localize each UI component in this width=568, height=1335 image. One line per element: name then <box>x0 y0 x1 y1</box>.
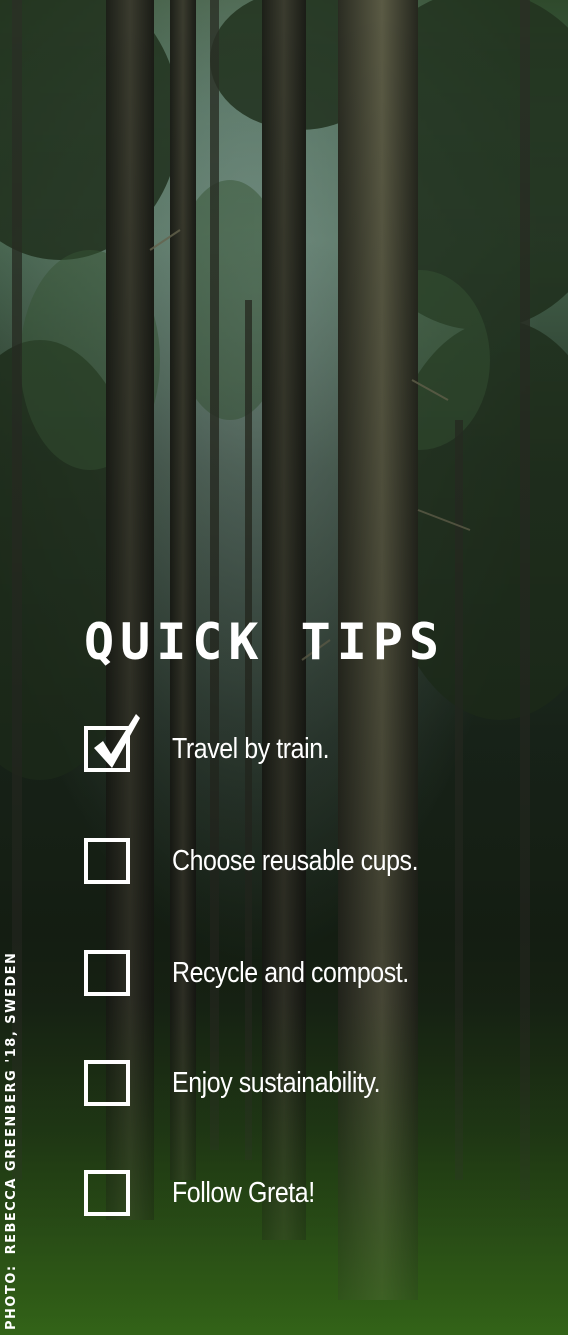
tips-checklist: Travel by train. Choose reusable cups. R… <box>0 0 568 1335</box>
tip-item: Enjoy sustainability. <box>84 1060 524 1106</box>
tip-label: Choose reusable cups. <box>172 845 419 877</box>
checkbox-unchecked[interactable] <box>84 1170 130 1216</box>
photo-credit-text: REBECCA GREENBERG '18, SWEDEN <box>4 951 19 1255</box>
checkbox-unchecked[interactable] <box>84 950 130 996</box>
tip-label: Recycle and compost. <box>172 957 409 989</box>
tip-label: Enjoy sustainability. <box>172 1067 381 1099</box>
tip-item: Travel by train. <box>84 714 524 772</box>
quick-tips-poster: QUICK TIPS Travel by train. Choose reusa… <box>0 0 568 1335</box>
tip-label: Follow Greta! <box>172 1177 315 1209</box>
tip-label: Travel by train. <box>172 733 330 765</box>
photo-credit-prefix: PHOTO: <box>4 1264 19 1330</box>
checkmark-icon <box>94 714 140 768</box>
tip-item: Recycle and compost. <box>84 950 524 996</box>
photo-credit: PHOTO: REBECCA GREENBERG '18, SWEDEN <box>2 950 22 1330</box>
checkbox-unchecked[interactable] <box>84 838 130 884</box>
tip-item: Follow Greta! <box>84 1170 524 1216</box>
checkbox-unchecked[interactable] <box>84 1060 130 1106</box>
tip-item: Choose reusable cups. <box>84 838 524 884</box>
